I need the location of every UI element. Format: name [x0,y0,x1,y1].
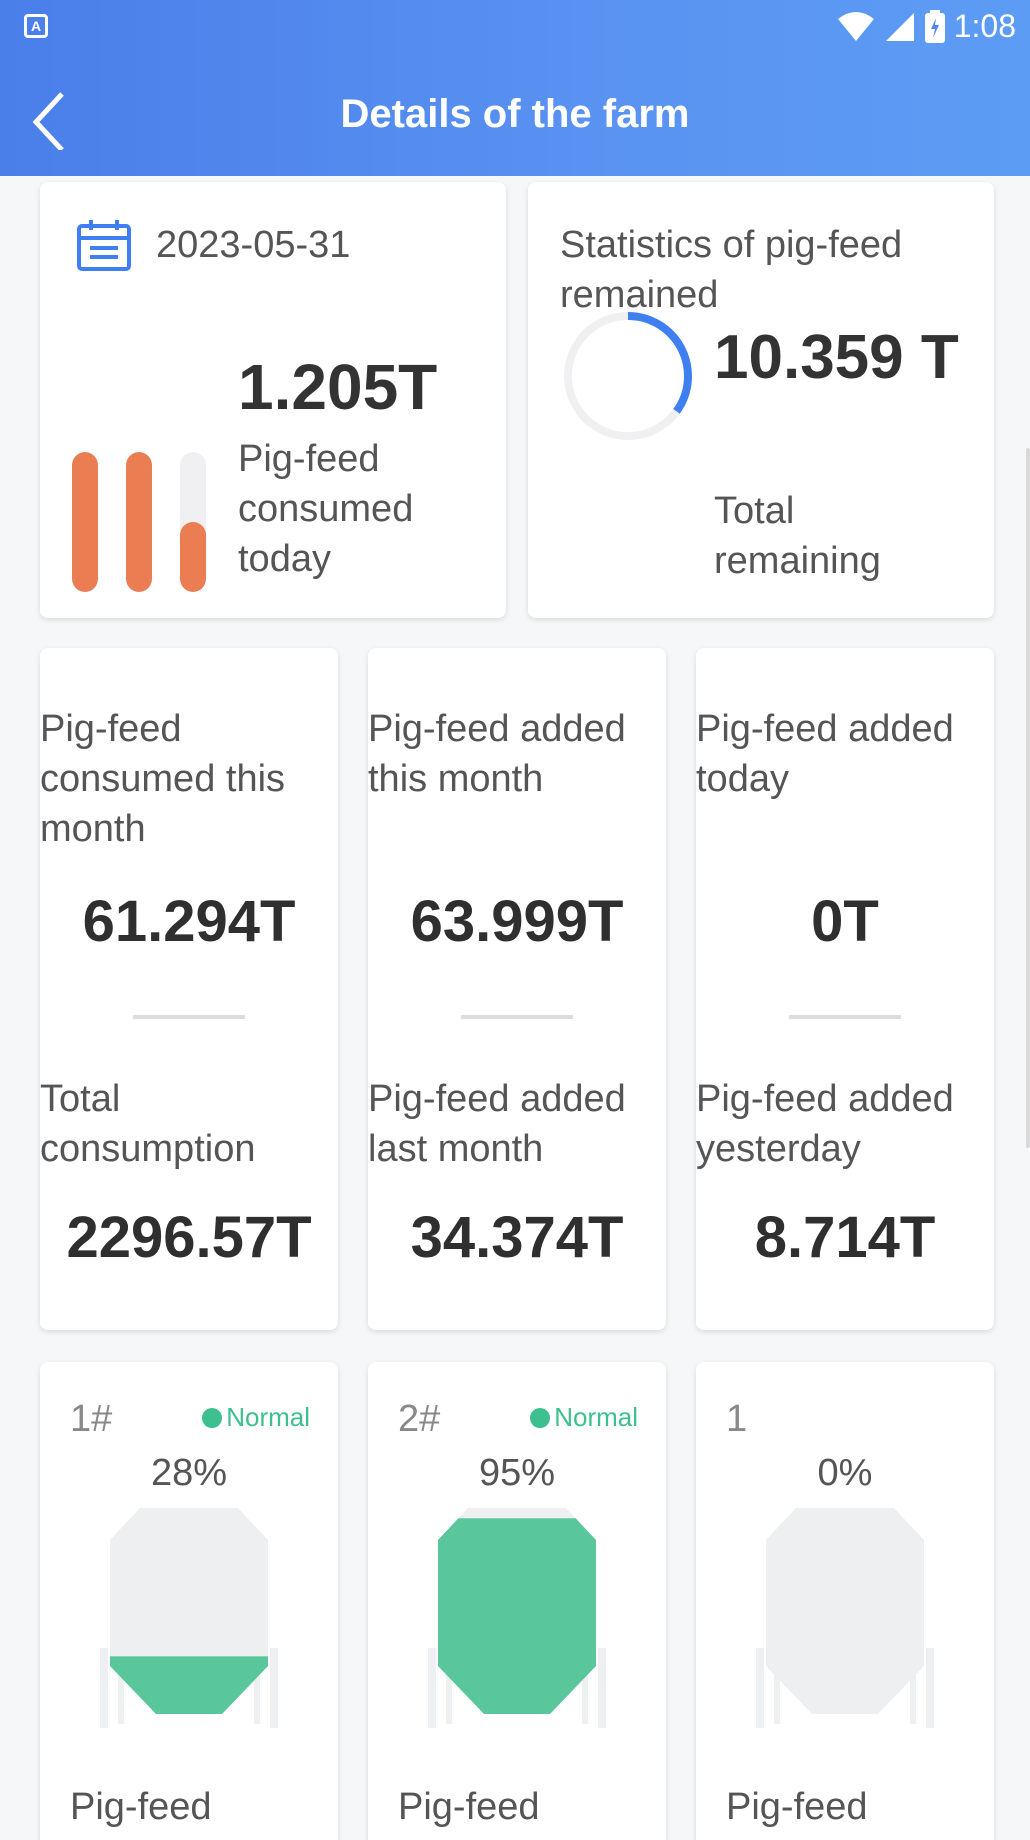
consumption-bar [72,452,98,592]
metric-card: Pig-feed added today 0T Pig-feed added y… [696,648,994,1330]
date-text: 2023-05-31 [156,223,351,266]
status-dot-icon [202,1407,223,1428]
metric-bottom-value: 2296.57T [66,1205,312,1270]
date-row: 2023-05-31 [76,218,350,272]
silo-id: 1# [70,1398,113,1440]
silo-label: Pig-feed remained [726,1786,884,1840]
silo-percent: 28% [150,1452,228,1494]
metric-top-label: Pig-feed consumed this month [40,708,286,850]
remaining-label: Total remaining [714,490,881,582]
metric-top-label: Pig-feed added today [696,708,954,800]
metric-top-value: 63.999T [410,889,624,954]
metric-card: Pig-feed added this month 63.999T Pig-fe… [368,648,666,1330]
consumption-bar [126,452,152,592]
page-title: Details of the farm [340,92,690,136]
metric-bottom-label: Pig-feed added yesterday [696,1078,954,1170]
silo-graphic [748,1498,942,1733]
remaining-amount: 10.359 T [714,323,959,392]
silo-status: Normal [530,1402,638,1433]
battery-icon [924,9,945,43]
silo-percent: 95% [478,1452,556,1494]
today-amount: 1.205T [238,351,438,423]
status-right: 1:08 [836,8,1016,45]
metric-card: Pig-feed consumed this month 61.294T Tot… [40,648,338,1330]
silo-status-text: Normal [554,1402,638,1432]
metric-bottom-value: 8.714T [754,1205,936,1270]
app-header: A 1:08 Details of the farm [0,0,1030,176]
metric-top-value: 0T [811,889,879,954]
silo-status: Normal [202,1402,310,1433]
silo-percent: 0% [817,1452,873,1494]
silo-card[interactable]: 1# Normal 28% Pig-feed remained [40,1362,338,1840]
metric-bottom-label: Pig-feed added last month [368,1078,626,1170]
metric-top-value: 61.294T [82,889,296,954]
silo-id: 2# [398,1398,441,1440]
consumption-bars [72,452,212,592]
scrollbar-thumb[interactable] [1026,448,1030,1148]
silo-label: Pig-feed remained [70,1786,228,1840]
consumption-bar [180,452,206,592]
today-label: Pig-feed consumed today [238,438,414,580]
silo-id: 1 [726,1398,748,1440]
silo-graphic [92,1498,286,1733]
metric-top-label: Pig-feed added this month [368,708,626,800]
silo-card[interactable]: 1 0% Pig-feed remained [696,1362,994,1840]
wifi-icon [837,11,874,41]
remaining-title: Statistics of pig-feed remained [560,224,903,316]
metric-divider [133,1015,245,1019]
signal-icon [885,12,914,41]
metric-divider [789,1015,901,1019]
metric-bottom-label: Total consumption [40,1078,256,1170]
status-bar: A 1:08 [0,0,1030,56]
silo-status-text: Normal [226,1402,310,1432]
metric-divider [461,1015,573,1019]
calendar-icon [77,220,131,271]
status-dot-icon [530,1407,551,1428]
remaining-ring [564,312,692,440]
remaining-card: Statistics of pig-feed remained 10.359 T… [528,182,994,618]
silo-card[interactable]: 2# Normal 95% Pig-feed remained [368,1362,666,1840]
silo-graphic [420,1498,614,1733]
today-consumption-card: 2023-05-31 1.205T Pig-feed consumed toda… [40,182,506,618]
status-time: 1:08 [953,8,1016,44]
app-a-icon: A [24,14,48,38]
silo-label: Pig-feed remained [398,1786,556,1840]
metric-bottom-value: 34.374T [410,1205,624,1270]
